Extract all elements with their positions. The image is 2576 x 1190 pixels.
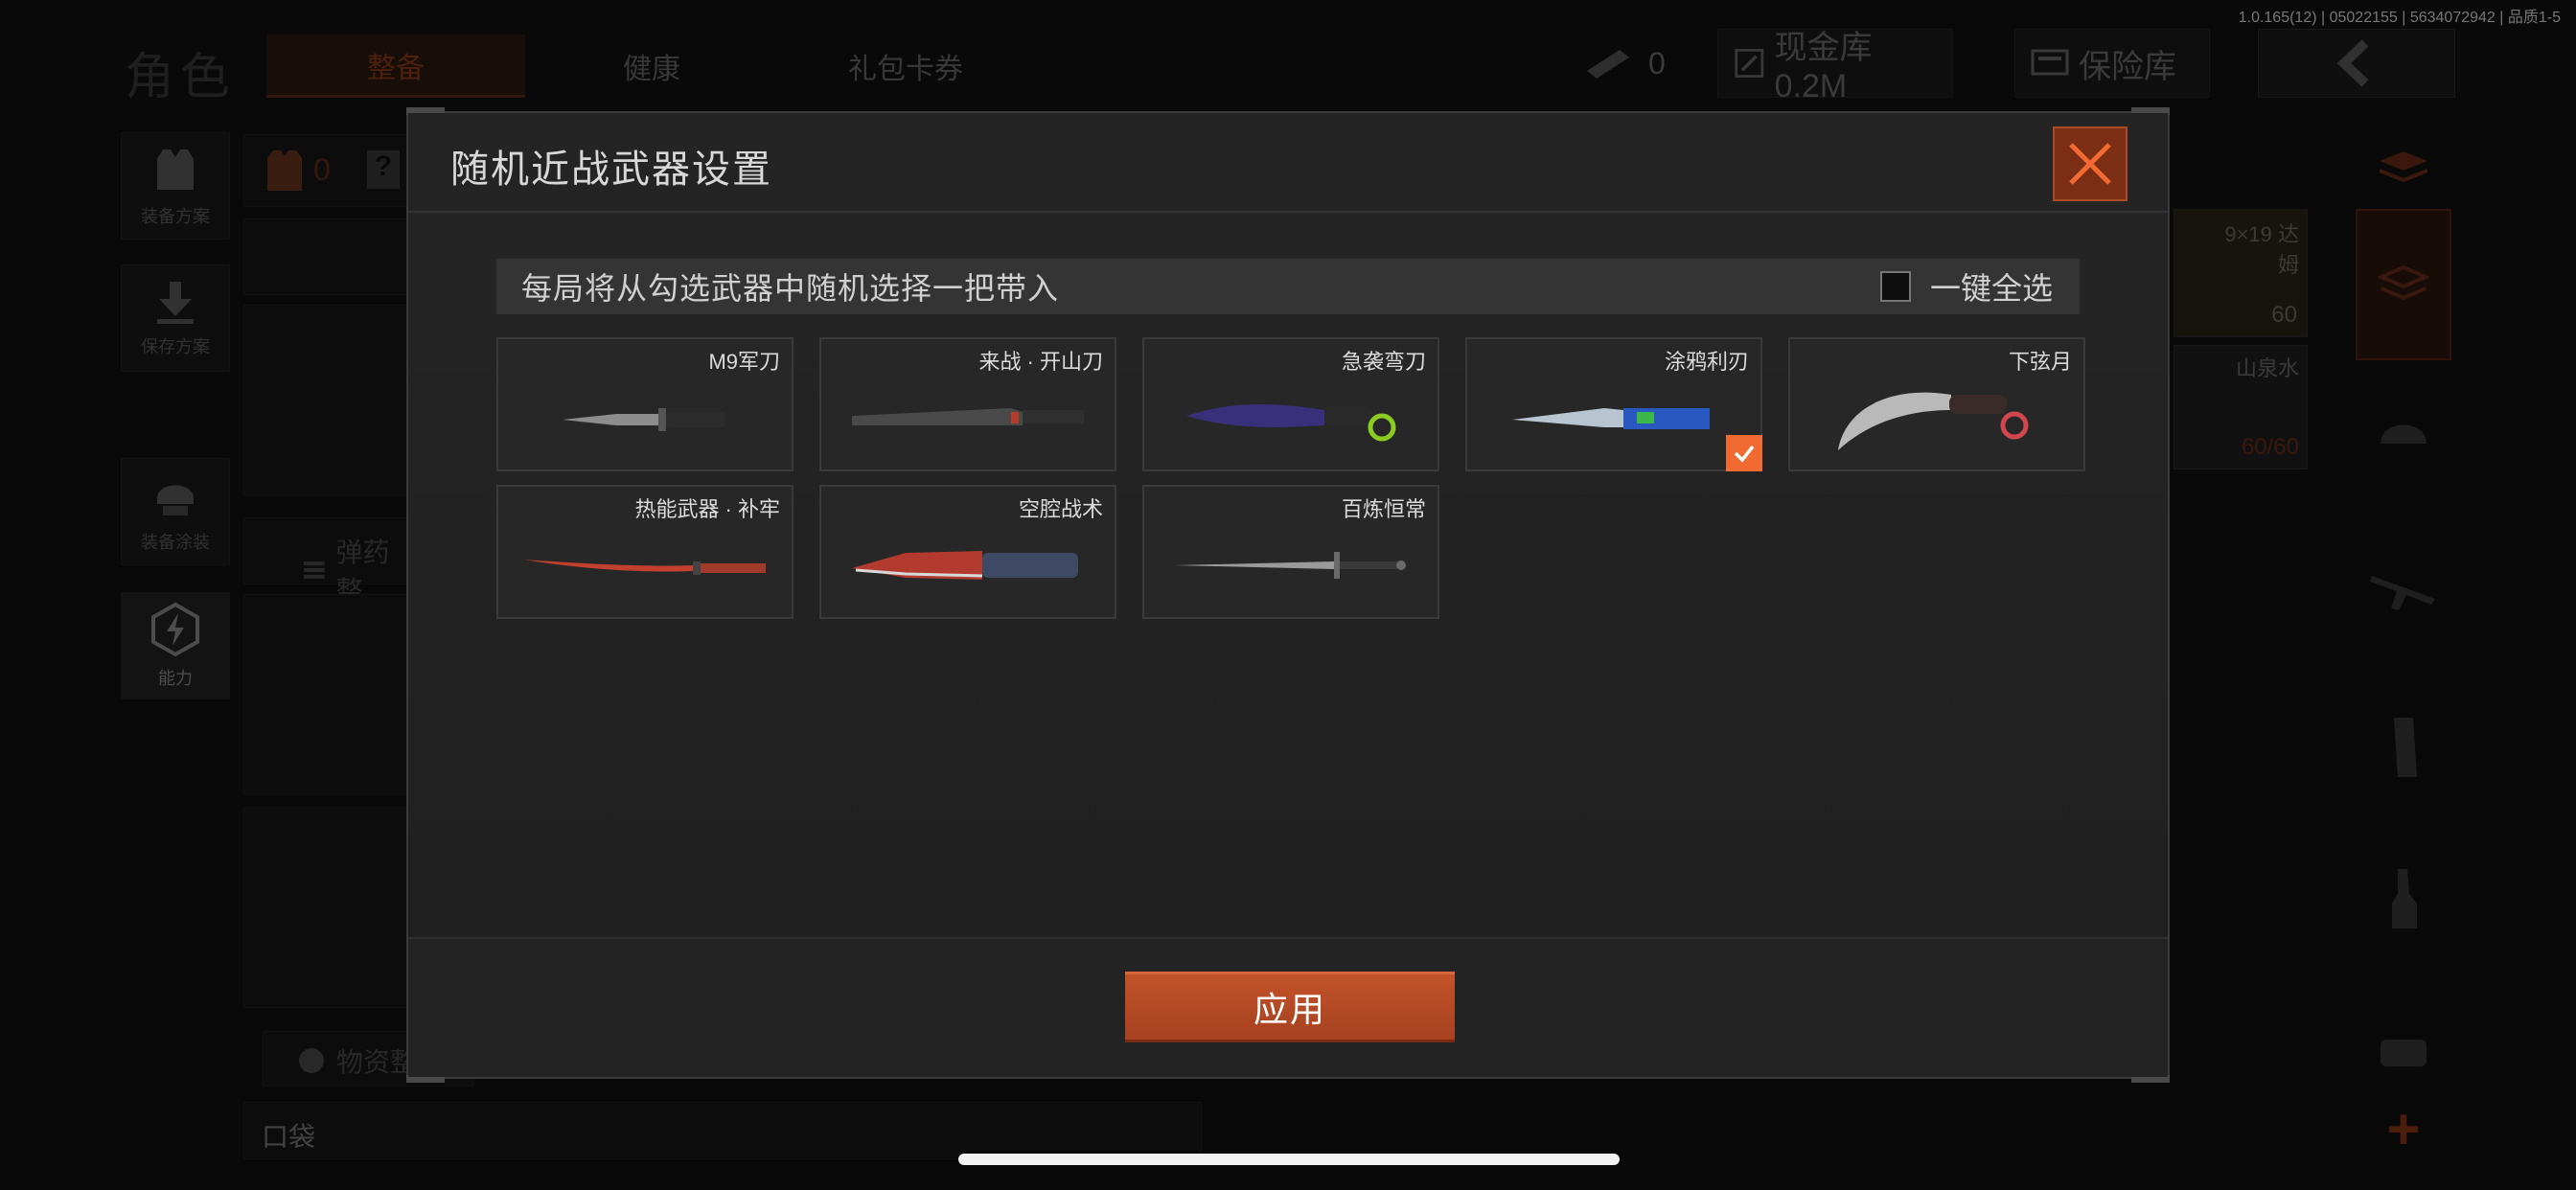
weapon-card-graffiti-blade[interactable]: 涂鸦利刃 <box>1465 337 1762 471</box>
weapon-card-m9[interactable]: M9军刀 <box>496 337 794 471</box>
weapon-name: 急袭弯刀 <box>1341 350 1426 374</box>
weapon-grid: M9军刀 来战 · 开山刀 急袭弯刀 涂鸦利刃 下弦月 热能武器 · 补牢 空腔… <box>496 337 2116 619</box>
dialog-title: 随机近战武器设置 <box>450 149 772 191</box>
weapon-card-raid-curved-blade[interactable]: 急袭弯刀 <box>1142 337 1439 471</box>
random-melee-weapon-dialog: 随机近战武器设置 每局将从勾选武器中随机选择一把带入 一键全选 M9军刀 来战 … <box>406 107 2170 1083</box>
katana-image <box>518 527 772 604</box>
dialog-header: 随机近战武器设置 <box>408 113 2168 213</box>
info-text: 每局将从勾选武器中随机选择一把带入 <box>521 271 1060 306</box>
select-all-checkbox[interactable] <box>1879 271 1911 302</box>
select-all-label: 一键全选 <box>1929 271 2053 306</box>
weapon-name: 热能武器 · 补牢 <box>634 497 780 521</box>
weapon-card-cavity-tactical[interactable]: 空腔战术 <box>819 485 1116 619</box>
weapon-name: 来战 · 开山刀 <box>978 350 1103 374</box>
weapon-name: 空腔战术 <box>1018 497 1103 521</box>
home-indicator[interactable] <box>958 1154 1620 1165</box>
dialog-footer: 应用 <box>408 937 2168 1077</box>
weapon-name: 百炼恒常 <box>1341 497 1426 521</box>
karambit-image <box>1809 379 2064 456</box>
weapon-name: M9军刀 <box>708 350 780 374</box>
weapon-name: 下弦月 <box>2008 350 2072 374</box>
checked-checkbox[interactable] <box>1726 435 1762 471</box>
m9-bayonet-image <box>518 379 772 456</box>
select-all-toggle[interactable]: 一键全选 <box>1879 264 2053 309</box>
machete-image <box>840 379 1095 456</box>
close-button[interactable] <box>2053 126 2128 201</box>
close-icon <box>2069 143 2111 185</box>
apply-button[interactable]: 应用 <box>1125 972 1455 1042</box>
tactical-blade-image <box>840 527 1095 604</box>
long-sword-image <box>1163 527 1418 604</box>
weapon-card-machete[interactable]: 来战 · 开山刀 <box>819 337 1116 471</box>
graffiti-blade-image <box>1486 379 1741 456</box>
weapon-card-hundred-forged[interactable]: 百炼恒常 <box>1142 485 1439 619</box>
weapon-card-thermal-weapon[interactable]: 热能武器 · 补牢 <box>496 485 794 619</box>
check-icon <box>1734 445 1755 463</box>
curved-blade-image <box>1163 379 1418 456</box>
weapon-name: 涂鸦利刃 <box>1664 350 1749 374</box>
info-bar: 每局将从勾选武器中随机选择一把带入 一键全选 <box>496 259 2080 314</box>
weapon-card-waning-moon[interactable]: 下弦月 <box>1788 337 2085 471</box>
